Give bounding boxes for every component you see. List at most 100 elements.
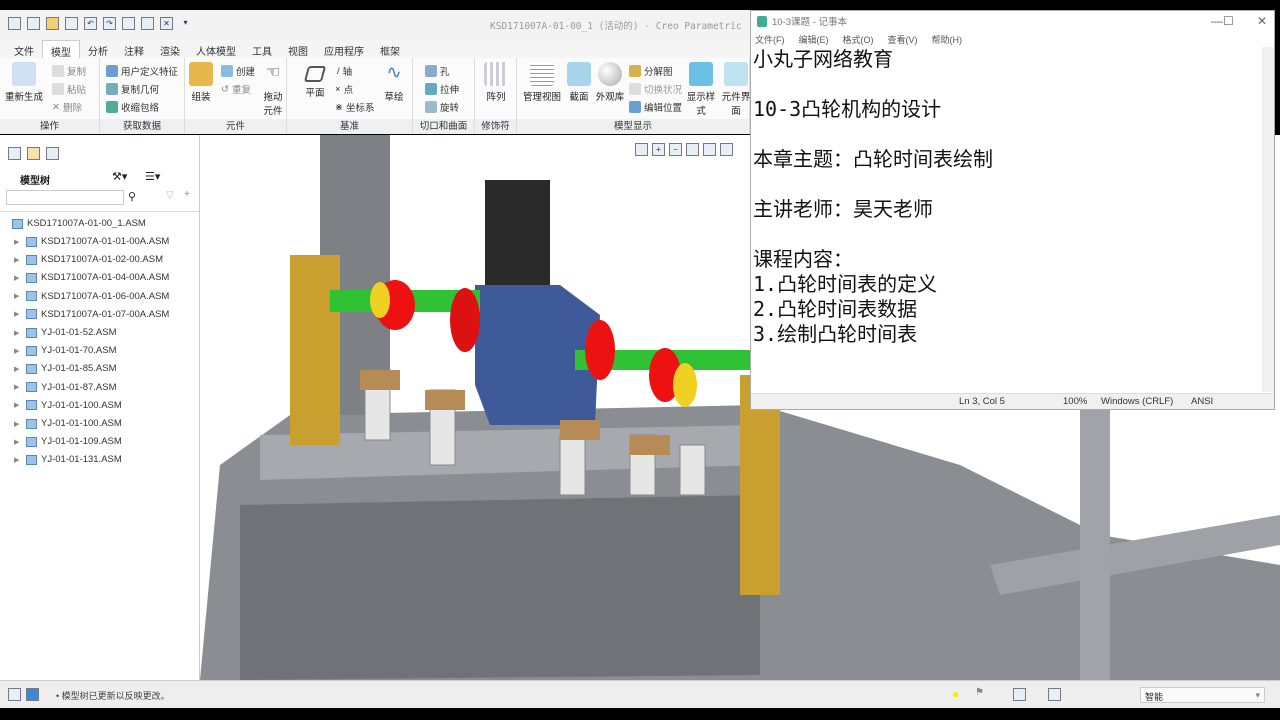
- repaint-icon[interactable]: [686, 143, 699, 156]
- shrinkwrap-button[interactable]: 收缩包络: [106, 100, 159, 114]
- sketch-button[interactable]: ∿ 草绘: [377, 62, 411, 103]
- expand-arrow-icon[interactable]: ▶: [14, 456, 22, 464]
- open-icon[interactable]: [46, 17, 59, 30]
- navigator-toggle-icon[interactable]: [8, 688, 21, 701]
- group-label-get-data[interactable]: 获取数据: [100, 119, 184, 134]
- expand-arrow-icon[interactable]: ▶: [14, 329, 22, 337]
- group-label-model-display[interactable]: 模型显示: [517, 119, 749, 134]
- tab-model[interactable]: 模型: [42, 40, 80, 59]
- expand-arrow-icon[interactable]: ▶: [14, 438, 22, 446]
- favorites-tab-icon[interactable]: [46, 147, 59, 160]
- tree-item[interactable]: ▶ YJ-01-01-70.ASM: [14, 345, 117, 356]
- expand-arrow-icon[interactable]: ▶: [14, 383, 22, 391]
- group-label-cuts-surfaces[interactable]: 切口和曲面: [413, 119, 474, 134]
- filter-icon[interactable]: ▽: [166, 190, 174, 201]
- notepad-text-area[interactable]: 小丸子网络教育 10-3凸轮机构的设计 本章主题：凸轮时间表绘制 主讲老师：昊天老师课…: [753, 47, 1263, 392]
- new-icon[interactable]: [27, 17, 40, 30]
- delete-button[interactable]: ✕ 删除: [52, 100, 82, 115]
- undo-icon[interactable]: ↶: [84, 17, 97, 30]
- axis-button[interactable]: / 轴: [337, 64, 352, 79]
- minimize-button[interactable]: —: [1211, 14, 1223, 28]
- create-button[interactable]: 创建: [221, 64, 255, 78]
- pattern-button[interactable]: 阵列: [476, 62, 516, 103]
- tab-analysis[interactable]: 分析: [80, 40, 116, 58]
- point-button[interactable]: × 点: [335, 82, 353, 97]
- group-label-datum[interactable]: 基准: [287, 119, 412, 134]
- tab-view[interactable]: 视图: [280, 40, 316, 58]
- tree-item[interactable]: ▶ YJ-01-01-131.ASM: [14, 454, 122, 465]
- paste-button[interactable]: 粘贴: [52, 82, 86, 96]
- copy-geometry-button[interactable]: 复制几何: [106, 82, 159, 96]
- find-icon[interactable]: [1013, 688, 1026, 701]
- edit-position-button[interactable]: 编辑位置: [629, 100, 682, 114]
- section-button[interactable]: 截面: [565, 62, 593, 103]
- browser-toggle-icon[interactable]: [26, 688, 39, 701]
- assemble-button[interactable]: 组装: [181, 62, 221, 103]
- tree-item[interactable]: ▶ YJ-01-01-109.ASM: [14, 436, 122, 447]
- expand-arrow-icon[interactable]: ▶: [14, 292, 22, 300]
- tree-item[interactable]: ▶ KSD171007A-01-07-00A.ASM: [14, 309, 169, 320]
- copy-button[interactable]: 复制: [52, 64, 86, 78]
- display-style-icon[interactable]: [703, 143, 716, 156]
- vertical-scrollbar[interactable]: [1262, 47, 1274, 392]
- saved-views-icon[interactable]: [720, 143, 733, 156]
- close-button[interactable]: ✕: [1257, 14, 1267, 28]
- expand-arrow-icon[interactable]: ▶: [14, 310, 22, 318]
- settings-icon[interactable]: ⚒▾: [112, 170, 127, 183]
- tab-applications[interactable]: 应用程序: [316, 40, 372, 58]
- tree-item[interactable]: ▶ YJ-01-01-85.ASM: [14, 363, 117, 374]
- tree-root[interactable]: KSD171007A-01-00_1.ASM: [12, 218, 146, 229]
- component-interface-button[interactable]: 元件界面: [721, 62, 751, 117]
- tab-manikin[interactable]: 人体模型: [188, 40, 244, 58]
- manage-views-button[interactable]: 管理视图: [519, 62, 565, 103]
- group-label-operations[interactable]: 操作: [0, 119, 99, 134]
- binoculars-icon[interactable]: ⚲: [128, 190, 136, 203]
- display-style-button[interactable]: 显示样式: [683, 62, 719, 117]
- selection-icon[interactable]: [1048, 688, 1061, 701]
- expand-arrow-icon[interactable]: ▶: [14, 420, 22, 428]
- menu-format[interactable]: 格式(O): [843, 33, 874, 46]
- folder-browser-tab-icon[interactable]: [27, 147, 40, 160]
- show-icon[interactable]: ☰▾: [145, 170, 160, 183]
- group-label-component[interactable]: 元件: [185, 119, 286, 134]
- extrude-button[interactable]: 拉伸: [425, 82, 459, 96]
- flag-icon[interactable]: ⚑: [975, 687, 984, 698]
- udf-button[interactable]: 用户定义特征: [106, 64, 178, 78]
- windows-icon[interactable]: [141, 17, 154, 30]
- repeat-button[interactable]: ↺ 重复: [221, 82, 251, 97]
- menu-help[interactable]: 帮助(H): [932, 33, 963, 46]
- menu-view[interactable]: 查看(V): [888, 33, 918, 46]
- tree-item[interactable]: ▶ KSD171007A-01-02-00.ASM: [14, 254, 163, 265]
- selection-filter-dropdown[interactable]: 智能 ▾: [1140, 687, 1265, 703]
- save-icon[interactable]: [65, 17, 78, 30]
- hole-button[interactable]: 孔: [425, 64, 450, 78]
- regenerate-icon[interactable]: [122, 17, 135, 30]
- customize-dropdown-icon[interactable]: ▾: [179, 17, 192, 30]
- group-label-modifiers[interactable]: 修饰符: [475, 119, 516, 134]
- tab-file[interactable]: 文件: [6, 40, 42, 58]
- maximize-icon[interactable]: ☐: [1223, 14, 1234, 28]
- menu-edit[interactable]: 编辑(E): [799, 33, 829, 46]
- tree-item[interactable]: ▶ YJ-01-01-87.ASM: [14, 382, 117, 393]
- redo-icon[interactable]: ↷: [103, 17, 116, 30]
- revolve-button[interactable]: 旋转: [425, 100, 459, 114]
- expand-arrow-icon[interactable]: ▶: [14, 347, 22, 355]
- model-tree-tab-icon[interactable]: [8, 147, 21, 160]
- menu-file[interactable]: 文件(F): [755, 33, 785, 46]
- tab-tools[interactable]: 工具: [244, 40, 280, 58]
- expand-arrow-icon[interactable]: ▶: [14, 256, 22, 264]
- tab-render[interactable]: 渲染: [152, 40, 188, 58]
- regenerate-button[interactable]: 重新生成: [4, 62, 44, 103]
- appearance-gallery-button[interactable]: 外观库: [593, 62, 627, 103]
- tree-item[interactable]: ▶ YJ-01-01-100.ASM: [14, 400, 122, 411]
- tree-item[interactable]: ▶ YJ-01-01-100.ASM: [14, 418, 122, 429]
- close-window-icon[interactable]: ✕: [160, 17, 173, 30]
- tree-search-input[interactable]: [6, 190, 124, 205]
- zoom-in-icon[interactable]: +: [652, 143, 665, 156]
- tab-framework[interactable]: 框架: [372, 40, 408, 58]
- toggle-status-button[interactable]: 切换状况: [629, 82, 682, 96]
- add-icon[interactable]: +: [184, 189, 190, 200]
- expand-arrow-icon[interactable]: ▶: [14, 401, 22, 409]
- zoom-out-icon[interactable]: −: [669, 143, 682, 156]
- tree-item[interactable]: ▶ KSD171007A-01-01-00A.ASM: [14, 236, 169, 247]
